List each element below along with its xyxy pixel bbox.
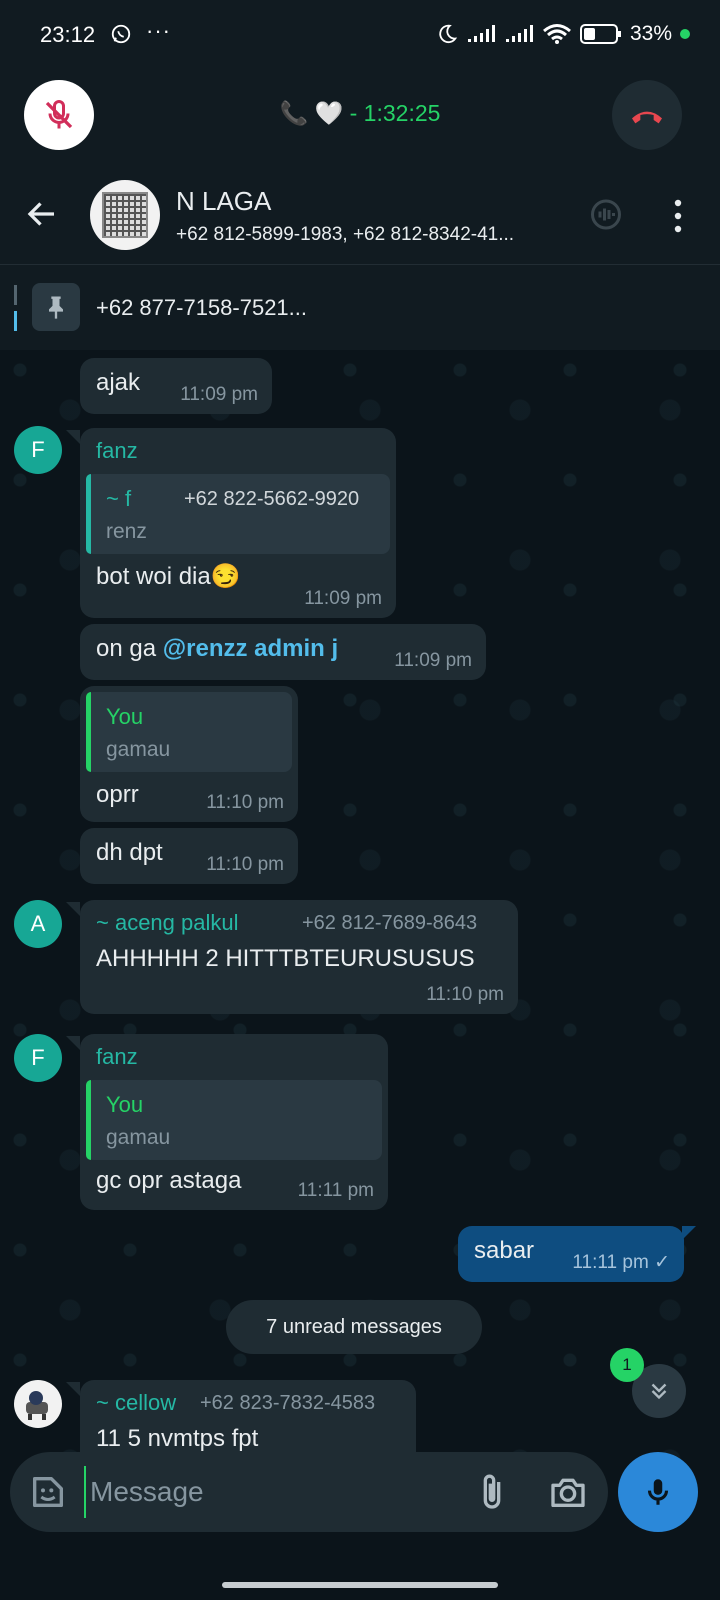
message-bubble[interactable]: ajak 11:09 pm <box>80 358 272 414</box>
sender-avatar[interactable]: F <box>14 426 62 474</box>
message-bubble[interactable]: dh dpt 11:10 pm <box>80 828 298 884</box>
mic-icon <box>647 1479 669 1505</box>
message-text: ajak <box>96 369 141 396</box>
message-text: gc opr astaga <box>96 1167 242 1194</box>
call-heart: 🤍 <box>314 100 344 126</box>
sender-avatar[interactable] <box>14 1380 62 1428</box>
privacy-indicator-dot <box>680 29 690 39</box>
message-text: bot woi dia😏 <box>96 563 241 590</box>
dnd-moon-icon <box>439 24 458 44</box>
voice-record-button[interactable] <box>618 1452 698 1532</box>
pinned-text: +62 877-7158-7521... <box>96 295 308 320</box>
whatsapp-notification-icon <box>111 24 131 44</box>
unread-messages-divider: 7 unread messages <box>226 1300 482 1354</box>
bubble-tail <box>682 1226 696 1240</box>
end-call-button[interactable] <box>612 80 682 150</box>
sticker-icon[interactable] <box>28 1472 68 1512</box>
message-bubble[interactable]: ~ cellow +62 823-7832-4583 11 5 nvmtps f… <box>80 1380 416 1460</box>
message-time: 11:09 pm <box>304 588 382 609</box>
ongoing-call-bar[interactable]: 📞 🤍 - 1:32:25 <box>0 72 720 168</box>
group-name[interactable]: N LAGA <box>176 186 271 217</box>
sender-avatar[interactable]: F <box>14 1034 62 1082</box>
signal-1-icon <box>467 25 495 42</box>
qr-code-image <box>102 192 148 238</box>
bubble-tail <box>66 902 80 916</box>
signal-2-icon <box>505 25 533 42</box>
message-time: 11:11 pm <box>297 1180 374 1201</box>
quoted-message[interactable]: You gamau <box>86 692 292 772</box>
message-bubble[interactable]: ~ aceng palkul +62 812-7689-8643 AHHHHH … <box>80 900 518 1014</box>
double-chevron-down-icon <box>651 1383 667 1400</box>
quoted-message[interactable]: You gamau <box>86 1080 382 1160</box>
camera-icon[interactable] <box>548 1472 588 1512</box>
message-text: dh dpt <box>96 839 163 866</box>
group-members[interactable]: +62 812-5899-1983, +62 812-8342-41... <box>176 224 556 246</box>
attach-icon[interactable] <box>472 1472 512 1512</box>
bubble-tail <box>66 1036 80 1050</box>
battery-icon <box>579 24 621 44</box>
message-text: AHHHHH 2 HITTTBTEURUSUSUS <box>96 945 475 972</box>
end-call-icon <box>632 111 662 124</box>
menu-kebab-icon[interactable] <box>668 196 688 236</box>
mention-link[interactable]: @renzz admin j <box>163 635 338 662</box>
quote-text: gamau <box>106 1126 171 1149</box>
quote-sender: You <box>106 1092 144 1117</box>
quote-bar <box>86 692 91 772</box>
voice-chat-icon[interactable] <box>588 198 624 234</box>
pin-icon <box>32 283 80 331</box>
quote-sender: You <box>106 704 144 729</box>
unread-count-badge: 1 <box>610 1348 644 1382</box>
sender-avatar[interactable]: A <box>14 900 62 948</box>
message-text: 11 5 nvmtps fpt <box>96 1425 259 1452</box>
message-text: sabar <box>474 1237 535 1264</box>
message-time: 11:10 pm <box>206 854 284 875</box>
pinned-indicator <box>14 285 17 331</box>
navigation-pill[interactable] <box>222 1582 498 1588</box>
message-time: 11:09 pm <box>180 384 258 405</box>
message-time: 11:10 pm <box>426 984 504 1005</box>
back-arrow-icon[interactable] <box>24 196 60 232</box>
quoted-message[interactable]: ~ f +62 822-5662-9920 renz <box>86 474 390 554</box>
quote-bar <box>86 1080 91 1160</box>
quote-text: renz <box>106 520 147 543</box>
quote-text: gamau <box>106 738 171 761</box>
outgoing-message-bubble[interactable]: sabar 11:11 pm ✓ <box>458 1226 684 1282</box>
message-text: on ga <box>96 635 163 662</box>
message-bubble[interactable]: on ga @renzz admin j 11:09 pm <box>80 624 486 680</box>
status-icons: 33% <box>436 22 690 46</box>
message-bubble[interactable]: You gamau oprr 11:10 pm <box>80 686 298 822</box>
sender-phone: +62 812-7689-8643 <box>302 912 478 934</box>
more-notifications-icon: ··· <box>146 18 171 43</box>
message-composer <box>10 1452 608 1532</box>
chat-header: N LAGA +62 812-5899-1983, +62 812-8342-4… <box>0 168 720 264</box>
bubble-tail <box>66 430 80 444</box>
message-bubble[interactable]: fanz You gamau gc opr astaga 11:11 pm <box>80 1034 388 1210</box>
bubble-tail <box>66 1382 80 1396</box>
sender-name[interactable]: fanz <box>96 1044 372 1070</box>
quote-sender-phone: +62 822-5662-9920 <box>184 488 360 510</box>
cellow-avatar-image <box>26 1391 48 1420</box>
message-time: 11:10 pm <box>206 792 284 813</box>
quote-sender: ~ f <box>106 486 132 511</box>
group-avatar[interactable] <box>90 180 160 250</box>
status-bar: 23:12 ··· 33% <box>0 0 720 72</box>
call-duration: - 1:32:25 <box>343 100 441 126</box>
sender-phone: +62 823-7832-4583 <box>200 1392 376 1414</box>
message-time: 11:09 pm <box>394 650 472 671</box>
chat-area[interactable]: ajak 11:09 pm F fanz ~ f +62 822-5662-99… <box>0 350 720 1460</box>
battery-percent: 33% <box>629 22 672 45</box>
message-text: oprr <box>96 781 139 808</box>
wifi-icon <box>543 24 571 44</box>
message-bubble[interactable]: fanz ~ f +62 822-5662-9920 renz bot woi … <box>80 428 396 618</box>
quote-bar <box>86 474 91 554</box>
phone-icon: 📞 <box>279 100 309 126</box>
sender-name[interactable]: fanz <box>96 438 380 464</box>
message-input[interactable] <box>84 1466 464 1518</box>
status-time: 23:12 <box>40 22 96 47</box>
pinned-message-bar[interactable]: +62 877-7158-7521... <box>0 264 720 350</box>
message-time: 11:11 pm ✓ <box>572 1252 670 1273</box>
